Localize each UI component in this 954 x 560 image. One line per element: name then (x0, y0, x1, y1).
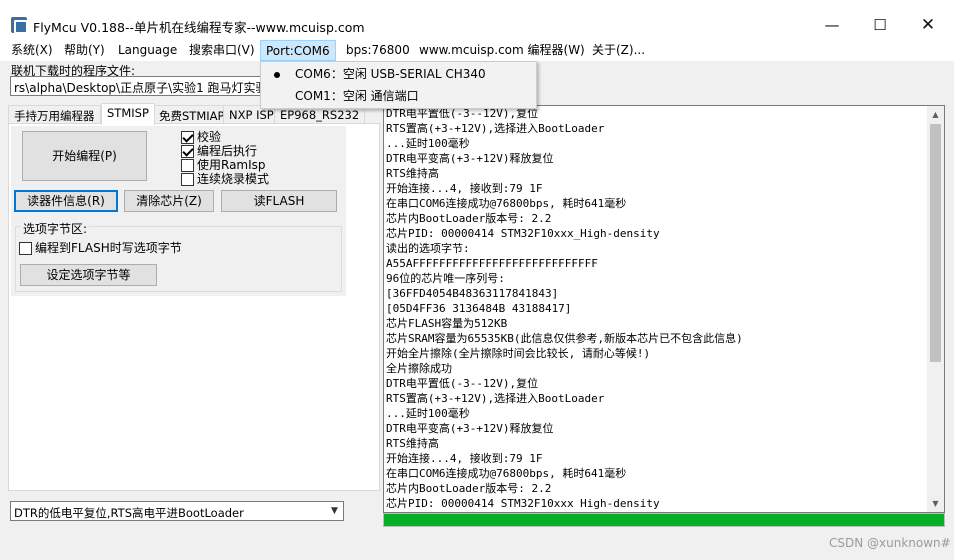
log-line: ...延时100毫秒 (386, 137, 470, 150)
log-line: 芯片PID: 00000414 STM32F10xxx High-density (386, 497, 660, 510)
title-bar: FlyMcu V0.188--单片机在线编程专家--www.mcuisp.com… (0, 0, 954, 40)
checkbox-label: 使用RamIsp (197, 158, 266, 172)
window-title: FlyMcu V0.188--单片机在线编程专家--www.mcuisp.com (33, 20, 365, 35)
log-line: 在串口COM6连接成功@76800bps, 耗时641毫秒 (386, 467, 627, 480)
log-line: RTS维持高 (386, 167, 439, 180)
log-line: 开始全片擦除(全片擦除时间会比较长, 请耐心等候!) (386, 347, 651, 360)
checkbox-icon (181, 173, 194, 186)
log-scrollbar[interactable]: ▲ ▼ (927, 106, 944, 512)
checkbox-label: 编程到FLASH时写选项字节 (35, 241, 182, 255)
port-option-label: COM6：空闲 USB-SERIAL CH340 (295, 67, 486, 81)
watermark: CSDN @xunknown# (829, 536, 951, 550)
log-line: 全片擦除成功 (386, 362, 452, 375)
minimize-button[interactable]: — (809, 12, 855, 38)
menu-port[interactable]: Port:COM6 (260, 40, 336, 61)
tab-stmisp[interactable]: STMISP (101, 103, 155, 125)
run-after-program-checkbox[interactable]: 编程后执行 (181, 144, 257, 158)
verify-checkbox[interactable]: 校验 (181, 130, 221, 144)
checkbox-label: 校验 (197, 130, 222, 144)
port-dropdown-menu: COM6：空闲 USB-SERIAL CH340 COM1：空闲 通信端口 (260, 61, 537, 109)
log-line: DTR电平变高(+3-+12V)释放复位 (386, 152, 554, 165)
status-area (0, 530, 954, 560)
scroll-up-icon[interactable]: ▲ (927, 106, 944, 123)
progress-bar (383, 513, 945, 527)
app-icon (11, 17, 28, 34)
progress-fill (384, 514, 944, 526)
maximize-button[interactable]: ☐ (857, 12, 903, 38)
menu-system[interactable]: 系统(X) (11, 43, 53, 58)
option-bytes-title: 选项字节区: (21, 220, 90, 237)
set-option-bytes-button[interactable]: 设定选项字节等 (20, 264, 157, 286)
checkbox-icon (19, 242, 32, 255)
reset-mode-value: DTR的低电平复位,RTS高电平进BootLoader (14, 506, 244, 520)
close-button[interactable]: ✕ (905, 12, 951, 38)
use-ramisp-checkbox[interactable]: 使用RamIsp (181, 158, 266, 172)
menu-programmer[interactable]: www.mcuisp.com 编程器(W) (419, 43, 585, 58)
scrollbar-thumb[interactable] (930, 124, 941, 362)
port-option-label: COM1：空闲 通信端口 (295, 89, 419, 103)
options-area: 开始编程(P) 校验 编程后执行 使用RamIsp 连续烧录模式 读器件信息(R… (11, 126, 346, 296)
menu-bar: 系统(X) 帮助(Y) Language 搜索串口(V) Port:COM6 b… (0, 40, 954, 61)
checkbox-label: 连续烧录模式 (197, 172, 270, 186)
port-option-com6[interactable]: COM6：空闲 USB-SERIAL CH340 (261, 63, 536, 85)
log-line: [05D4FF36 3136484B 43188417] (386, 302, 572, 315)
tab-stmiap[interactable]: 免费STMIAP (153, 105, 231, 124)
log-line: 96位的芯片唯一序列号: (386, 272, 505, 285)
clear-chip-button[interactable]: 清除芯片(Z) (124, 190, 214, 212)
log-line: 在串口COM6连接成功@76800bps, 耗时641毫秒 (386, 197, 627, 210)
port-option-com1[interactable]: COM1：空闲 通信端口 (261, 85, 536, 107)
log-line: DTR电平变高(+3-+12V)释放复位 (386, 422, 554, 435)
scroll-down-icon[interactable]: ▼ (927, 495, 944, 512)
reset-mode-select[interactable]: DTR的低电平复位,RTS高电平进BootLoader ▼ (10, 501, 344, 521)
file-path-input[interactable]: rs\alpha\Desktop\正点原子\实验1 跑马灯实验\OU (10, 76, 265, 96)
log-line: 芯片PID: 00000414 STM32F10xxx_High-density (386, 227, 660, 240)
menu-help[interactable]: 帮助(Y) (64, 43, 105, 58)
log-line: DTR电平置低(-3--12V),复位 (386, 377, 539, 390)
log-line: 读出的选项字节: (386, 242, 470, 255)
log-lines: DTR电平置低(-3--12V),复位 RTS置高(+3-+12V),选择进入Bo… (386, 106, 926, 511)
log-line: [36FFD4054B48363117841843] (386, 287, 559, 300)
log-line: 芯片FLASH容量为512KB (386, 317, 508, 330)
log-line: ...延时100毫秒 (386, 407, 470, 420)
checkbox-checked-icon (181, 131, 194, 144)
selected-bullet-icon (274, 72, 280, 78)
log-line: RTS置高(+3-+12V),选择进入BootLoader (386, 122, 605, 135)
checkbox-icon (181, 159, 194, 172)
log-line: RTS维持高 (386, 437, 439, 450)
log-line: 芯片内BootLoader版本号: 2.2 (386, 212, 552, 225)
log-line: 芯片内BootLoader版本号: 2.2 (386, 482, 552, 495)
checkbox-checked-icon (181, 145, 194, 158)
write-option-bytes-checkbox[interactable]: 编程到FLASH时写选项字节 (19, 241, 182, 255)
stmisp-panel: 开始编程(P) 校验 编程后执行 使用RamIsp 连续烧录模式 读器件信息(R… (8, 123, 380, 491)
log-line: RTS置高(+3-+12V),选择进入BootLoader (386, 392, 605, 405)
start-programming-button[interactable]: 开始编程(P) (22, 131, 147, 181)
log-line: 开始连接...4, 接收到:79 1F (386, 452, 543, 465)
read-device-info-button[interactable]: 读器件信息(R) (14, 190, 118, 212)
menu-search-port[interactable]: 搜索串口(V) (189, 43, 255, 58)
log-line: A55AFFFFFFFFFFFFFFFFFFFFFFFFFFFF (386, 257, 598, 270)
log-output[interactable]: DTR电平置低(-3--12V),复位 RTS置高(+3-+12V),选择进入Bo… (383, 105, 945, 513)
tab-handheld-programmer[interactable]: 手持万用编程器 (8, 105, 101, 124)
menu-language[interactable]: Language (118, 43, 177, 58)
chevron-down-icon[interactable]: ▼ (326, 502, 343, 520)
checkbox-label: 编程后执行 (197, 144, 258, 158)
menu-about[interactable]: 关于(Z)... (592, 43, 645, 58)
continuous-burn-checkbox[interactable]: 连续烧录模式 (181, 172, 269, 186)
log-line: 芯片SRAM容量为65535KB(此信息仅供参考,新版本芯片已不包含此信息) (386, 332, 743, 345)
menu-bps[interactable]: bps:76800 (346, 43, 410, 58)
log-line: 开始连接...4, 接收到:79 1F (386, 182, 543, 195)
read-flash-button[interactable]: 读FLASH (221, 190, 337, 212)
